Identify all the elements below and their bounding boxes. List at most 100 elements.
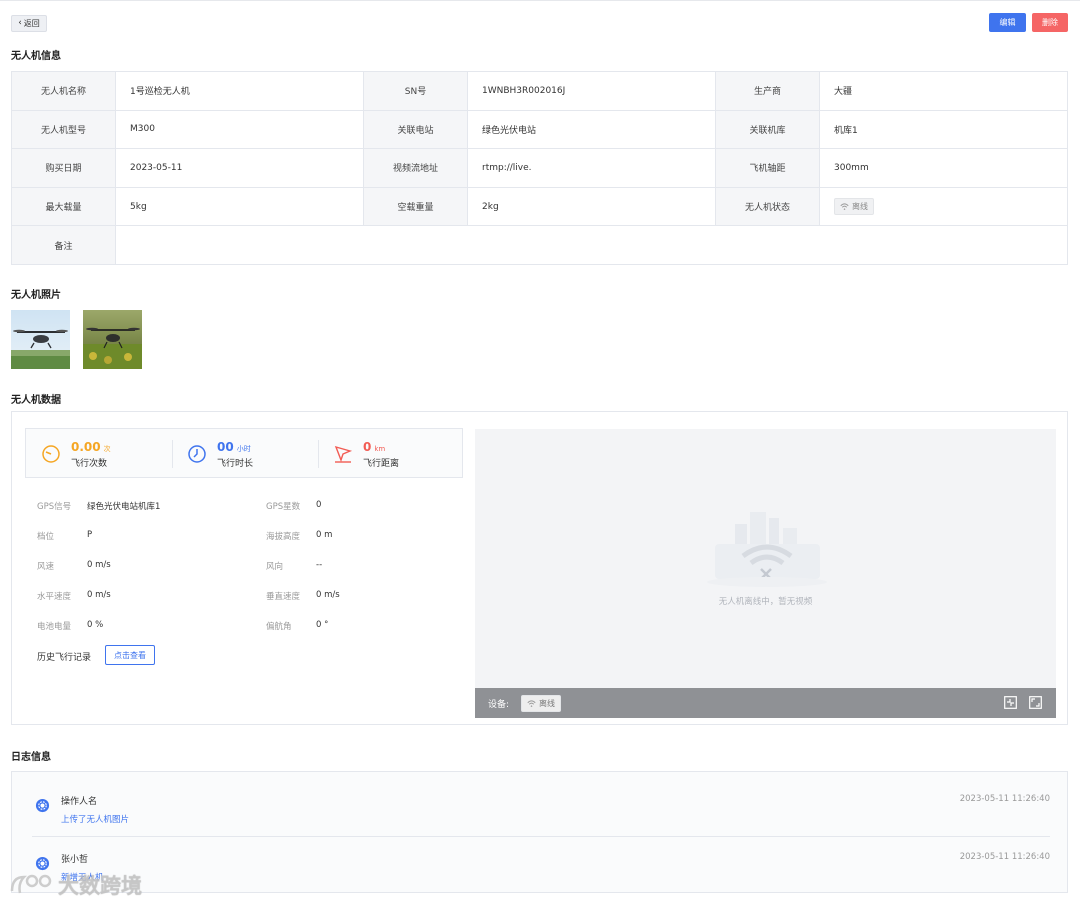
device-label: 设备: [488,699,510,710]
clock-icon [188,445,206,463]
remark-value [115,225,1068,265]
info-label: 关联机库 [715,109,820,150]
telemetry-value: 0 ° [316,620,329,630]
info-value: M300 [115,109,364,150]
info-value: 1号巡检无人机 [115,71,364,111]
telemetry-value: 0 m/s [316,590,340,600]
log-time: 2023-05-11 11:26:40 [959,852,1050,862]
info-row: 无人机型号 M300 关联电站 绿色光伏电站 关联机库 机库1 [11,109,1068,150]
telemetry-value: -- [316,560,323,570]
chevron-left-icon: ‹ [18,18,22,28]
info-value: 机库1 [819,109,1068,150]
telemetry-label: 海拔高度 [266,532,301,542]
telemetry-label: 水平速度 [37,592,72,602]
telemetry-label: 偏航角 [266,622,292,632]
drone-photo-1-image [11,310,70,369]
history-label: 历史飞行记录 [37,653,92,663]
info-table: 无人机名称 1号巡检无人机 SN号 1WNBH3R002016J 生产商 大疆 … [11,71,1068,265]
stat-flight-duration-value: 00 [217,439,234,454]
info-row: 购买日期 2023-05-11 视频流地址 rtmp://live. 飞机轴距 … [11,148,1068,188]
fullscreen-icon[interactable] [1029,696,1042,709]
video-control-bar: 设备: 离线 [475,688,1056,718]
watermark: 大数跨境 [8,870,142,900]
info-label: 无人机型号 [11,109,116,150]
info-row: 备注 [11,225,1068,265]
video-player[interactable]: 无人机离线中，暂无视频 设备: 离线 [475,429,1056,718]
info-label: 关联电站 [363,109,468,150]
watermark-text: 大数跨境 [58,874,142,898]
device-status-badge: 离线 [521,694,562,712]
telemetry-label: 档位 [37,532,55,542]
telemetry-value: 0 m/s [87,560,111,570]
edit-button[interactable]: 编辑 [989,13,1026,32]
info-value: 5kg [115,186,364,227]
drone-data-panel: 0.00 次 飞行次数 00 小时 飞行时长 0 km 飞行距离 GPS信号 绿… [11,411,1068,725]
stat-flight-distance-unit: km [374,444,386,453]
telemetry-vertical-speed: 垂直速度 0 m/s [266,590,340,602]
stat-flight-distance-value: 0 [363,439,372,454]
telemetry-gear: 档位 P [37,530,92,542]
info-label: 飞机轴距 [715,148,820,188]
video-offline-message: 无人机离线中，暂无视频 [718,597,813,607]
info-label: 最大载量 [11,186,116,227]
view-history-button[interactable]: 点击查看 [105,645,155,665]
section-title-data: 无人机数据 [11,395,61,406]
telemetry-altitude: 海拔高度 0 m [266,530,332,542]
stat-flight-duration-label: 飞行时长 [217,458,254,469]
stat-flight-count-unit: 次 [103,444,111,453]
log-panel: 操作人名 上传了无人机图片 2023-05-11 11:26:40 张小哲 新增… [11,771,1068,893]
telemetry-value: 绿色光伏电站机库1 [87,502,161,512]
log-divider [32,836,1050,837]
info-value: 2023-05-11 [115,148,364,188]
info-value: 绿色光伏电站 [467,109,716,150]
info-value: 1WNBH3R002016J [467,71,716,111]
info-label: 无人机名称 [11,71,116,111]
telemetry-value: 0 m/s [87,590,111,600]
info-row: 最大载量 5kg 空载重量 2kg 无人机状态 离线 [11,186,1068,227]
back-button[interactable]: ‹ 返回 [11,15,47,32]
wifi-icon [527,699,536,707]
info-value: 大疆 [819,71,1068,111]
telemetry-label: 风速 [37,562,55,572]
drone-status-text: 离线 [852,202,868,212]
delete-button[interactable]: 删除 [1032,13,1068,32]
watermark-logo [10,874,52,894]
telemetry-value: 0 m [316,530,333,540]
log-operator: 操作人名 [61,797,98,807]
telemetry-wind-speed: 风速 0 m/s [37,560,111,572]
info-value: 2kg [467,186,716,227]
info-label: 视频流地址 [363,148,468,188]
gear-icon [35,856,50,871]
stat-flight-distance-label: 飞行距离 [363,458,400,469]
telemetry-value: P [87,530,93,540]
info-row: 无人机名称 1号巡检无人机 SN号 1WNBH3R002016J 生产商 大疆 [11,71,1068,111]
telemetry-label: 电池电量 [37,622,72,632]
info-label: 购买日期 [11,148,116,188]
flight-stats: 0.00 次 飞行次数 00 小时 飞行时长 0 km 飞行距离 [25,428,463,478]
log-operator: 张小哲 [61,855,89,865]
stat-flight-count-value: 0.00 [71,439,101,454]
section-title-photos: 无人机照片 [11,290,61,301]
telemetry-yaw: 偏航角 0 ° [266,620,328,632]
drone-photo-1[interactable] [11,310,70,369]
drone-status-badge: 离线 [834,198,874,216]
speedometer-icon [42,445,60,463]
wifi-icon [840,203,849,210]
offline-illustration [707,512,827,587]
device-status-text: 离线 [539,698,556,708]
telemetry-label: GPS信号 [37,502,72,512]
info-value: 离线 [819,186,1068,227]
telemetry-label: 风向 [266,562,284,572]
remark-label: 备注 [11,225,116,265]
telemetry-horizontal-speed: 水平速度 0 m/s [37,590,111,602]
back-label: 返回 [23,19,40,28]
stat-flight-duration: 00 小时 飞行时长 [172,429,317,479]
exit-fullscreen-icon[interactable] [1004,696,1017,709]
section-title-log: 日志信息 [11,752,51,763]
stat-flight-distance: 0 km 飞行距离 [318,429,463,479]
log-action: 上传了无人机图片 [61,815,130,825]
stat-flight-duration-unit: 小时 [236,444,251,453]
drone-photo-2[interactable] [83,310,142,369]
stat-flight-count: 0.00 次 飞行次数 [26,429,171,479]
telemetry-wind-direction: 风向 -- [266,560,322,572]
